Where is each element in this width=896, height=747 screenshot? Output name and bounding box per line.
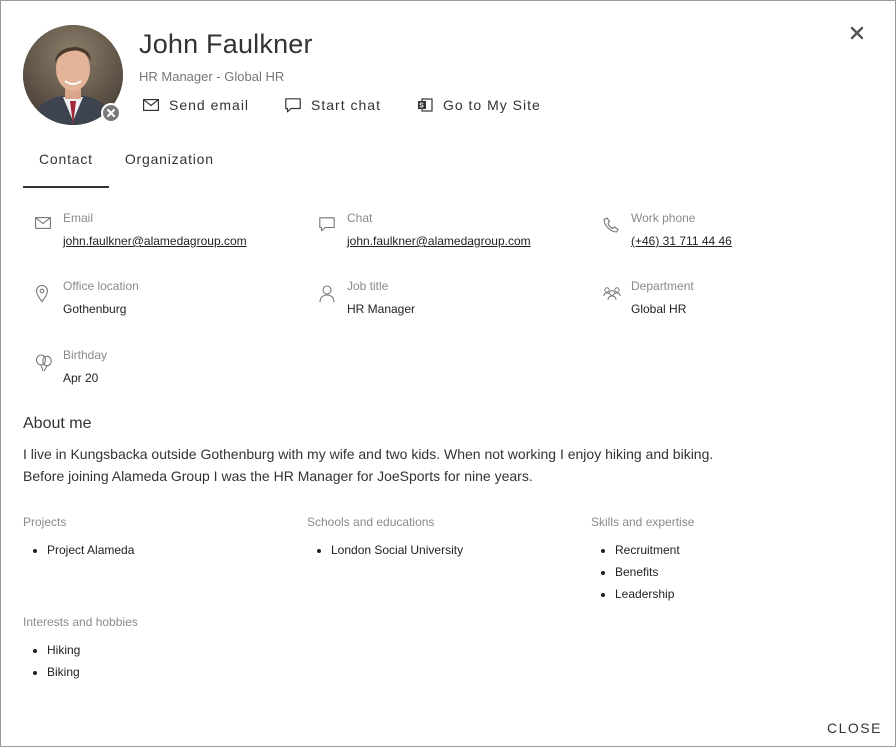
schools-heading: Schools and educations bbox=[307, 515, 435, 529]
about-me-text: I live in Kungsbacka outside Gothenburg … bbox=[23, 443, 803, 487]
office-location-value: Gothenburg bbox=[63, 302, 127, 316]
skills-heading: Skills and expertise bbox=[591, 515, 695, 529]
start-chat-button[interactable]: Start chat bbox=[285, 97, 381, 113]
close-button[interactable]: CLOSE bbox=[827, 720, 882, 736]
mail-icon bbox=[143, 99, 159, 111]
schools-section: Schools and educations London Social Uni… bbox=[307, 515, 463, 561]
profile-dialog: John Faulkner HR Manager - Global HR Sen… bbox=[0, 0, 896, 747]
balloon-icon bbox=[35, 354, 52, 372]
interests-section: Interests and hobbies Hiking Biking bbox=[23, 615, 138, 683]
list-item: Project Alameda bbox=[47, 539, 134, 561]
office-location-label: Office location bbox=[63, 279, 139, 293]
action-bar: Send email Start chat S Go to My Site bbox=[143, 97, 541, 113]
skills-list: Recruitment Benefits Leadership bbox=[591, 539, 694, 605]
close-icon[interactable] bbox=[849, 25, 865, 41]
birthday-label: Birthday bbox=[63, 348, 108, 362]
person-subtitle: HR Manager - Global HR bbox=[139, 69, 285, 84]
send-email-button[interactable]: Send email bbox=[143, 97, 249, 113]
sharepoint-icon: S bbox=[417, 98, 433, 112]
person-name: John Faulkner bbox=[139, 29, 313, 59]
chat-icon bbox=[319, 217, 335, 232]
interests-heading: Interests and hobbies bbox=[23, 615, 138, 629]
send-email-label: Send email bbox=[169, 97, 250, 113]
about-me-line: Before joining Alameda Group I was the H… bbox=[23, 468, 533, 484]
list-item: Benefits bbox=[615, 561, 694, 583]
work-phone-label: Work phone bbox=[631, 211, 696, 225]
projects-section: Projects Project Alameda bbox=[23, 515, 134, 561]
projects-heading: Projects bbox=[23, 515, 67, 529]
about-me-line: I live in Kungsbacka outside Gothenburg … bbox=[23, 446, 714, 462]
interests-list: Hiking Biking bbox=[23, 639, 138, 683]
tab-organization[interactable]: Organization bbox=[109, 146, 230, 188]
birthday-value: Apr 20 bbox=[63, 371, 99, 385]
list-item: London Social University bbox=[331, 539, 463, 561]
location-pin-icon bbox=[35, 285, 49, 303]
chat-icon bbox=[285, 97, 301, 112]
department-label: Department bbox=[631, 279, 694, 293]
email-link[interactable]: john.faulkner@alamedagroup.com bbox=[63, 234, 247, 248]
avatar bbox=[23, 25, 123, 125]
mail-icon bbox=[35, 217, 51, 229]
go-to-my-site-label: Go to My Site bbox=[442, 97, 541, 113]
phone-icon bbox=[603, 217, 619, 233]
tab-bar: Contact Organization bbox=[23, 146, 230, 188]
skills-section: Skills and expertise Recruitment Benefit… bbox=[591, 515, 694, 605]
chat-label: Chat bbox=[347, 211, 373, 225]
projects-list: Project Alameda bbox=[23, 539, 134, 561]
list-item: Recruitment bbox=[615, 539, 694, 561]
job-title-label: Job title bbox=[347, 279, 389, 293]
presence-offline-icon bbox=[101, 103, 121, 123]
about-me-heading: About me bbox=[23, 415, 92, 432]
work-phone-link[interactable]: (+46) 31 711 44 46 bbox=[631, 234, 732, 248]
tab-contact[interactable]: Contact bbox=[23, 146, 109, 188]
person-icon bbox=[319, 285, 335, 303]
job-title-value: HR Manager bbox=[347, 302, 416, 316]
schools-list: London Social University bbox=[307, 539, 463, 561]
list-item: Biking bbox=[47, 661, 138, 683]
svg-text:S: S bbox=[419, 103, 425, 110]
list-item: Hiking bbox=[47, 639, 138, 661]
people-icon bbox=[603, 287, 621, 301]
chat-link[interactable]: john.faulkner@alamedagroup.com bbox=[347, 234, 531, 248]
list-item: Leadership bbox=[615, 583, 694, 605]
email-label: Email bbox=[63, 211, 94, 225]
start-chat-label: Start chat bbox=[311, 97, 381, 113]
go-to-my-site-button[interactable]: S Go to My Site bbox=[417, 97, 541, 113]
department-value: Global HR bbox=[631, 302, 687, 316]
